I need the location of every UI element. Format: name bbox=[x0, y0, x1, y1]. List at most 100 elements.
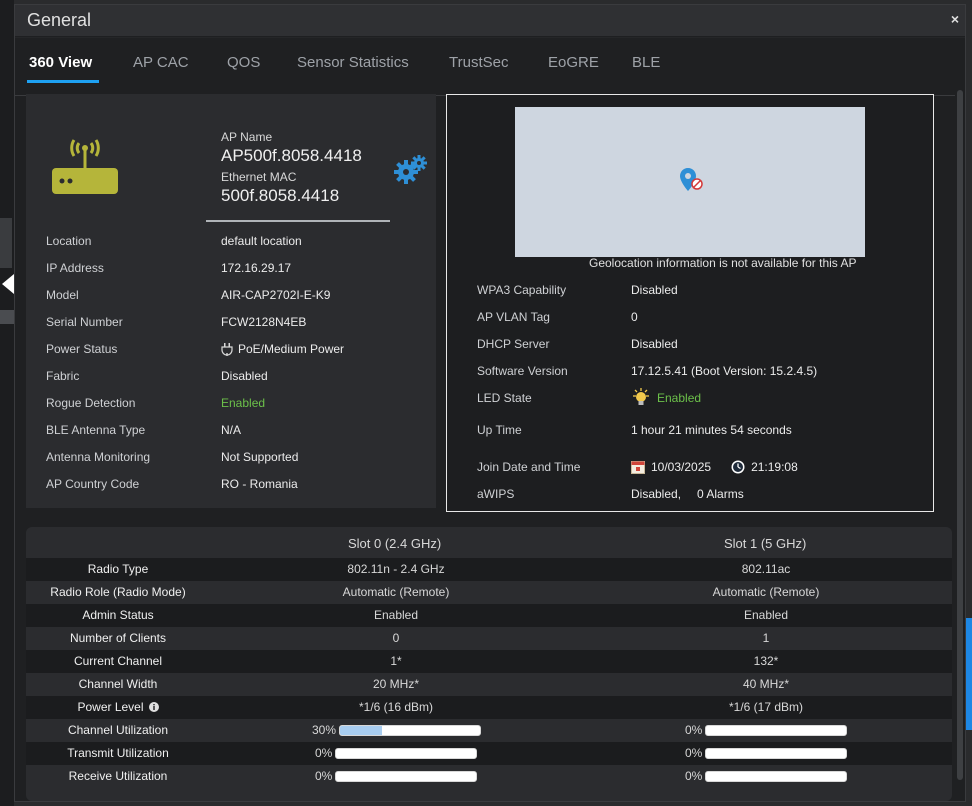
background-edge bbox=[0, 0, 14, 806]
detail-value: PoE/Medium Power bbox=[221, 342, 344, 356]
detail-value: 172.16.29.17 bbox=[221, 261, 292, 275]
column-header-slot-1: Slot 1 (5 GHz) bbox=[724, 536, 807, 551]
gears-icon[interactable] bbox=[394, 154, 428, 186]
detail-value: default location bbox=[221, 234, 302, 248]
table-row: Channel Utilization 30% 0% bbox=[26, 719, 952, 742]
detail-label: BLE Antenna Type bbox=[46, 423, 146, 437]
table-row: Radio Type 802.11n - 2.4 GHz 802.11ac bbox=[26, 558, 952, 581]
clock-icon bbox=[731, 460, 745, 474]
detail-value: Disabled bbox=[221, 369, 268, 383]
slot-1-value: Automatic (Remote) bbox=[712, 585, 820, 599]
status-label: Up Time bbox=[477, 423, 522, 437]
status-value: 0 bbox=[631, 310, 638, 324]
table-row: Channel Width 20 MHz* 40 MHz* bbox=[26, 673, 952, 696]
tab-360-view[interactable]: 360 View bbox=[29, 54, 92, 71]
ap-status-panel: Geolocation information is not available… bbox=[446, 94, 934, 512]
status-label: LED State bbox=[477, 391, 532, 405]
detail-label: Power Status bbox=[46, 342, 118, 356]
utilization-percent: 0% bbox=[315, 746, 333, 760]
status-label: Join Date and Time bbox=[477, 460, 581, 474]
detail-label: Fabric bbox=[46, 369, 80, 383]
ethernet-mac: 500f.8058.4418 bbox=[221, 186, 340, 205]
table-row: Radio Role (Radio Mode) Automatic (Remot… bbox=[26, 581, 952, 604]
background-panel bbox=[0, 310, 14, 324]
info-icon[interactable] bbox=[148, 702, 159, 712]
status-label: WPA3 Capability bbox=[477, 283, 567, 297]
status-value: 17.12.5.41 (Boot Version: 15.2.4.5) bbox=[631, 364, 818, 378]
detail-label: Antenna Monitoring bbox=[46, 450, 151, 464]
utilization-bar-fill bbox=[340, 725, 383, 735]
utilization-bar bbox=[339, 724, 482, 736]
slot-0-value: Enabled bbox=[373, 608, 419, 622]
status-value: Enabled bbox=[631, 388, 701, 408]
slot-0-utilization: 0% bbox=[315, 769, 478, 783]
join-date-value: 10/03/2025 bbox=[651, 460, 712, 474]
row-label: Channel Utilization bbox=[67, 723, 169, 737]
status-label: DHCP Server bbox=[477, 337, 550, 351]
utilization-percent: 30% bbox=[312, 723, 337, 737]
column-header-slot-0: Slot 0 (2.4 GHz) bbox=[348, 536, 442, 551]
slot-0-value: 0 bbox=[392, 631, 400, 645]
slot-0-value: Automatic (Remote) bbox=[342, 585, 450, 599]
table-row: Current Channel 1* 132* bbox=[26, 650, 952, 673]
geolocation-map[interactable] bbox=[515, 107, 865, 257]
ethernet-mac-label: Ethernet MAC bbox=[221, 170, 297, 184]
status-value: Disabled bbox=[631, 283, 678, 297]
location-unavailable-icon bbox=[680, 168, 703, 191]
power-level-label: Power Level bbox=[77, 700, 144, 714]
detail-label: Rogue Detection bbox=[46, 396, 136, 410]
tab-qos[interactable]: QOS bbox=[227, 54, 260, 71]
slot-1-utilization: 0% bbox=[685, 769, 848, 783]
slot-1-value: Enabled bbox=[743, 608, 789, 622]
table-header: Slot 0 (2.4 GHz) Slot 1 (5 GHz) bbox=[26, 527, 952, 559]
slot-0-value: 1* bbox=[390, 654, 402, 668]
slot-0-value: 20 MHz* bbox=[372, 677, 419, 691]
tab-ble[interactable]: BLE bbox=[632, 54, 660, 71]
utilization-percent: 0% bbox=[315, 769, 333, 783]
row-label: Power Level bbox=[26, 700, 210, 714]
row-label: Current Channel bbox=[73, 654, 163, 668]
table-row: Transmit Utilization 0% 0% bbox=[26, 742, 952, 765]
collapse-arrow-icon[interactable] bbox=[2, 274, 14, 294]
status-label: Software Version bbox=[477, 364, 568, 378]
table-row: Power Level *1/6 (16 dBm) *1/6 (17 dBm) bbox=[26, 696, 952, 719]
scrollbar[interactable] bbox=[957, 90, 963, 780]
tab-sensor-statistics[interactable]: Sensor Statistics bbox=[297, 54, 409, 71]
detail-value: Not Supported bbox=[221, 450, 299, 464]
close-icon[interactable]: × bbox=[951, 11, 959, 27]
slot-0-value: 802.11n - 2.4 GHz bbox=[347, 562, 445, 576]
row-label: Radio Role (Radio Mode) bbox=[50, 585, 186, 599]
slot-0-utilization: 0% bbox=[315, 746, 478, 760]
utilization-bar bbox=[335, 770, 478, 782]
detail-label: Serial Number bbox=[46, 315, 123, 329]
status-label: AP VLAN Tag bbox=[477, 310, 550, 324]
utilization-percent: 0% bbox=[685, 746, 703, 760]
table-row: Number of Clients 0 1 bbox=[26, 627, 952, 650]
slot-0-value: *1/6 (16 dBm) bbox=[358, 700, 434, 714]
status-value: 1 hour 21 minutes 54 seconds bbox=[631, 423, 792, 437]
tab-trustsec[interactable]: TrustSec bbox=[449, 54, 508, 71]
geolocation-message: Geolocation information is not available… bbox=[589, 256, 857, 270]
ap-general-dialog: General × 360 View AP CAC QOS Sensor Sta… bbox=[14, 4, 966, 802]
row-label: Radio Type bbox=[87, 562, 149, 576]
radio-slots-table: Slot 0 (2.4 GHz) Slot 1 (5 GHz) Radio Ty… bbox=[26, 527, 952, 801]
detail-label: Model bbox=[46, 288, 79, 302]
active-tab-indicator bbox=[27, 80, 99, 83]
slot-1-utilization: 0% bbox=[685, 746, 848, 760]
row-label: Channel Width bbox=[78, 677, 158, 691]
tab-eogre[interactable]: EoGRE bbox=[548, 54, 599, 71]
divider bbox=[206, 220, 390, 222]
detail-value: Enabled bbox=[221, 396, 266, 410]
table-row: Receive Utilization 0% 0% bbox=[26, 765, 952, 788]
power-plug-icon bbox=[221, 342, 233, 356]
calendar-icon bbox=[631, 461, 645, 474]
utilization-bar bbox=[705, 770, 848, 782]
slot-1-utilization: 0% bbox=[685, 723, 848, 737]
dialog-title: General bbox=[27, 10, 92, 30]
led-state-value: Enabled bbox=[657, 391, 702, 405]
table-row: Admin Status Enabled Enabled bbox=[26, 604, 952, 627]
utilization-percent: 0% bbox=[685, 769, 703, 783]
awips-value: Disabled, bbox=[631, 487, 682, 501]
tab-ap-cac[interactable]: AP CAC bbox=[133, 54, 189, 71]
dialog-header: General × bbox=[15, 5, 965, 37]
